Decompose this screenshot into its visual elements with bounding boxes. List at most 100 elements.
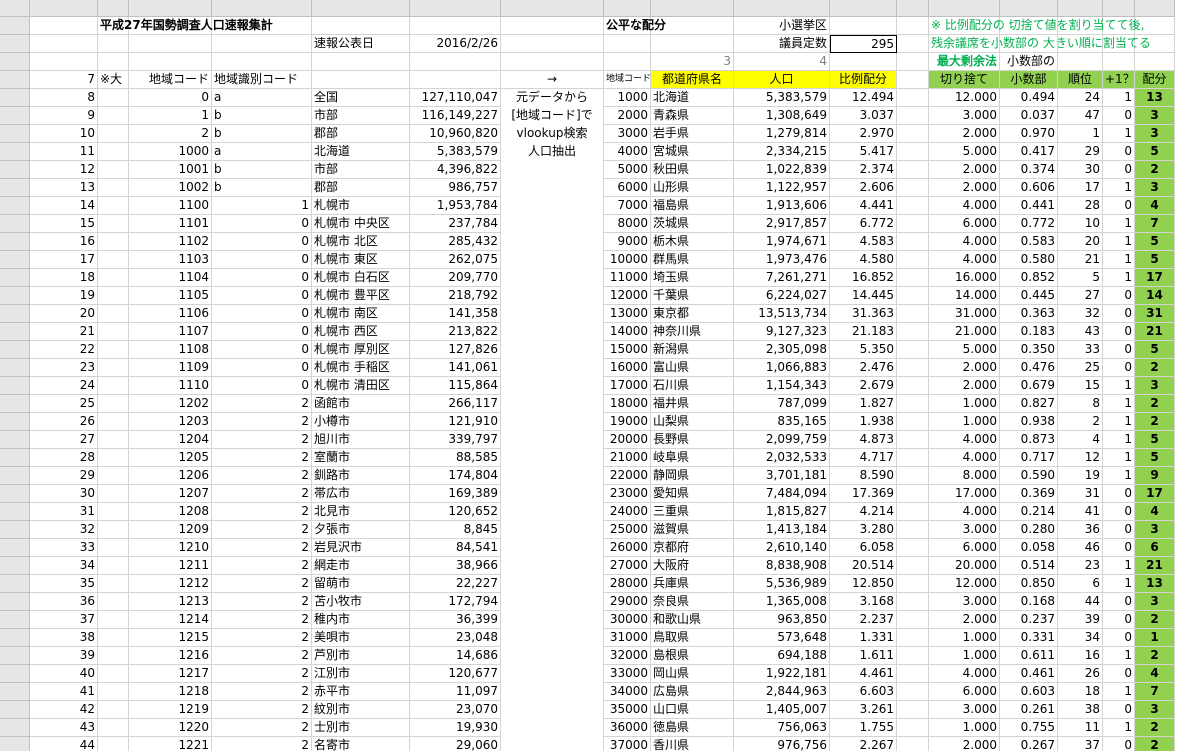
cell-K32[interactable]: 12.850 [830,575,897,593]
cell-P6[interactable]: 0 [1103,107,1135,125]
cell-Q27[interactable]: 17 [1135,485,1175,503]
cell-J38[interactable]: 2,844,963 [734,683,830,701]
cell-G6[interactable]: [地域コード]で [501,107,604,125]
cell-H19[interactable]: 15000 [604,341,651,359]
cell-F33[interactable]: 172,794 [410,593,501,611]
cell-F18[interactable]: 213,822 [410,323,501,341]
cell-D18[interactable]: 0 [212,323,312,341]
cell-C41[interactable]: 1221 [129,737,212,751]
cell-C23[interactable]: 1203 [129,413,212,431]
cell-G17[interactable] [501,305,604,323]
cell-D32[interactable]: 2 [212,575,312,593]
cell-G9[interactable] [501,161,604,179]
cell-M24[interactable]: 4.000 [929,431,1000,449]
cell-B23[interactable] [98,413,129,431]
cell-B1[interactable]: 平成27年国勢調査人口速報集計 [98,17,273,35]
cell-M25[interactable]: 4.000 [929,449,1000,467]
cell-L13[interactable] [897,233,929,251]
column-header-J[interactable] [734,0,830,17]
cell-Q6[interactable]: 3 [1135,107,1175,125]
cell-H14[interactable]: 10000 [604,251,651,269]
cell-Q36[interactable]: 2 [1135,647,1175,665]
cell-Q4[interactable]: 配分 [1135,71,1175,89]
cell-A23[interactable]: 26 [30,413,98,431]
cell-G32[interactable] [501,575,604,593]
cell-B26[interactable] [98,467,129,485]
cell-D37[interactable]: 2 [212,665,312,683]
cell-K14[interactable]: 4.580 [830,251,897,269]
cell-K35[interactable]: 1.331 [830,629,897,647]
cell-J34[interactable]: 963,850 [734,611,830,629]
cell-E31[interactable]: 網走市 [312,557,410,575]
cell-K1[interactable] [830,17,897,35]
cell-P12[interactable]: 1 [1103,215,1135,233]
cell-I39[interactable]: 山口県 [651,701,734,719]
cell-G11[interactable] [501,197,604,215]
cell-G40[interactable] [501,719,604,737]
cell-C38[interactable]: 1218 [129,683,212,701]
cell-L12[interactable] [897,215,929,233]
cell-N10[interactable]: 0.606 [1000,179,1058,197]
cell-A3[interactable] [30,53,98,71]
cell-H18[interactable]: 14000 [604,323,651,341]
cell-K31[interactable]: 20.514 [830,557,897,575]
cell-F8[interactable]: 5,383,579 [410,143,501,161]
row-header[interactable] [0,737,30,751]
cell-O21[interactable]: 15 [1058,377,1103,395]
cell-N19[interactable]: 0.350 [1000,341,1058,359]
cell-D24[interactable]: 2 [212,431,312,449]
cell-M36[interactable]: 1.000 [929,647,1000,665]
cell-F7[interactable]: 10,960,820 [410,125,501,143]
cell-N34[interactable]: 0.237 [1000,611,1058,629]
cell-C35[interactable]: 1215 [129,629,212,647]
cell-A13[interactable]: 16 [30,233,98,251]
cell-J15[interactable]: 7,261,271 [734,269,830,287]
cell-J22[interactable]: 787,099 [734,395,830,413]
cell-Q22[interactable]: 2 [1135,395,1175,413]
cell-M21[interactable]: 2.000 [929,377,1000,395]
cell-D10[interactable]: b [212,179,312,197]
cell-K25[interactable]: 4.717 [830,449,897,467]
cell-N18[interactable]: 0.183 [1000,323,1058,341]
row-header[interactable] [0,125,30,143]
cell-M20[interactable]: 2.000 [929,359,1000,377]
row-header[interactable] [0,35,30,53]
cell-B33[interactable] [98,593,129,611]
cell-B31[interactable] [98,557,129,575]
cell-K16[interactable]: 14.445 [830,287,897,305]
cell-B22[interactable] [98,395,129,413]
cell-Q9[interactable]: 2 [1135,161,1175,179]
cell-D12[interactable]: 0 [212,215,312,233]
cell-G27[interactable] [501,485,604,503]
cell-C26[interactable]: 1206 [129,467,212,485]
cell-F20[interactable]: 141,061 [410,359,501,377]
cell-B21[interactable] [98,377,129,395]
cell-H4[interactable]: 地域コード [604,71,651,89]
row-header[interactable] [0,53,30,71]
cell-J12[interactable]: 2,917,857 [734,215,830,233]
cell-F27[interactable]: 169,389 [410,485,501,503]
cell-J10[interactable]: 1,122,957 [734,179,830,197]
cell-A38[interactable]: 41 [30,683,98,701]
cell-I17[interactable]: 東京都 [651,305,734,323]
cell-I4[interactable]: 都道府県名 [651,71,734,89]
cell-N31[interactable]: 0.514 [1000,557,1058,575]
cell-L41[interactable] [897,737,929,751]
cell-A28[interactable]: 31 [30,503,98,521]
cell-H11[interactable]: 7000 [604,197,651,215]
cell-K17[interactable]: 31.363 [830,305,897,323]
cell-G16[interactable] [501,287,604,305]
cell-A33[interactable]: 36 [30,593,98,611]
cell-G24[interactable] [501,431,604,449]
cell-E10[interactable]: 郡部 [312,179,410,197]
cell-E5[interactable]: 全国 [312,89,410,107]
cell-K34[interactable]: 2.237 [830,611,897,629]
cell-F25[interactable]: 88,585 [410,449,501,467]
cell-Q26[interactable]: 9 [1135,467,1175,485]
cell-Q3[interactable] [1135,53,1175,71]
cell-F10[interactable]: 986,757 [410,179,501,197]
cell-I20[interactable]: 富山県 [651,359,734,377]
cell-N12[interactable]: 0.772 [1000,215,1058,233]
cell-O8[interactable]: 29 [1058,143,1103,161]
cell-C15[interactable]: 1104 [129,269,212,287]
